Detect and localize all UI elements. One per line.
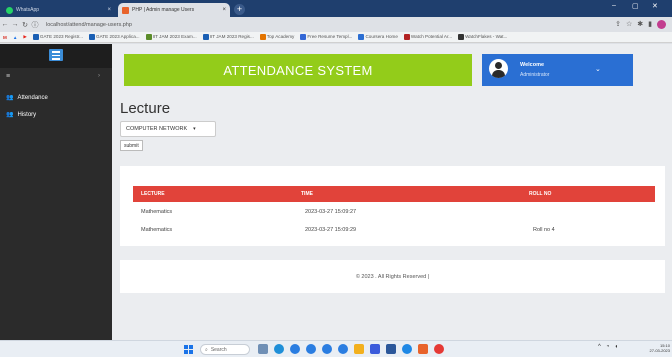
footer: © 2023 . All Rights Reserved |: [120, 260, 665, 293]
user-menu[interactable]: Welcome Administrator ⌄: [482, 54, 633, 86]
close-tab-icon[interactable]: ×: [107, 7, 111, 13]
sidebar-item-history[interactable]: 👥 History: [6, 111, 37, 119]
bookmark-item[interactable]: Free Resume Templ...: [300, 34, 352, 40]
word-icon[interactable]: [386, 344, 396, 354]
table-row: Mathematics 2023-03-27 15:09:29 Roll no …: [133, 222, 655, 238]
extensions-icon[interactable]: ✱: [637, 20, 643, 29]
taskbar: ⌕ Search ^ ◔ ◖ 15:10 27-03-2023: [0, 340, 672, 357]
page-content: ≡ › 👥 Attendance 👥 History ATTENDANCE SY…: [0, 44, 672, 340]
cell-time: 2023-03-27 15:09:29: [305, 227, 357, 233]
sidepanel-icon[interactable]: ▮: [648, 20, 652, 29]
page-title: Lecture: [120, 100, 171, 117]
sidebar-item-label: History: [17, 111, 37, 118]
browser-toolbar: ← → ↻ ⓘ localhost/attend/manage-users.ph…: [0, 17, 672, 32]
cell-roll-no: Roll no 4: [533, 227, 555, 233]
search-icon: ⌕: [205, 346, 208, 353]
edge-icon[interactable]: [290, 344, 300, 354]
welcome-text: Welcome: [520, 62, 545, 68]
maximize-icon[interactable]: ▢: [632, 2, 639, 10]
tab-title: PHP | Admin manage Users: [132, 7, 195, 13]
youtube-icon[interactable]: ▶: [23, 34, 27, 40]
taskbar-apps: [258, 344, 444, 354]
app-icon[interactable]: [402, 344, 412, 354]
info-icon[interactable]: ⓘ: [30, 20, 40, 30]
users-icon: 👥: [6, 112, 14, 118]
profile-avatar-icon[interactable]: [657, 20, 666, 29]
bookmark-item[interactable]: Watch Potential Ar...: [403, 34, 452, 40]
chevron-down-icon: ▾: [193, 126, 196, 132]
store-icon[interactable]: [370, 344, 380, 354]
user-role: Administrator: [520, 72, 550, 78]
chevron-up-icon[interactable]: ^: [598, 344, 601, 350]
file-explorer-icon[interactable]: [354, 344, 364, 354]
bookmark-item[interactable]: Top Academy: [259, 34, 294, 40]
back-icon[interactable]: ←: [0, 21, 10, 28]
widgets-icon[interactable]: [258, 344, 268, 354]
copyright-text: © 2023 . All Rights Reserved |: [355, 273, 430, 280]
close-tab-icon[interactable]: ×: [222, 7, 226, 13]
cell-lecture: Mathematics: [141, 209, 173, 215]
bookmarks-bar: M ▲ ▶ GATE 2023 Registr... GATE 2023 App…: [0, 32, 672, 43]
column-header-time: TIME: [301, 191, 313, 197]
chevron-right-icon[interactable]: ›: [98, 73, 100, 79]
address-bar[interactable]: localhost/attend/manage-users.php: [46, 22, 132, 28]
whatsapp-icon: [6, 6, 13, 14]
column-header-roll-no: ROLL NO: [529, 191, 552, 197]
chrome-icon[interactable]: [274, 344, 284, 354]
gmail-icon[interactable]: M: [3, 35, 7, 40]
sidebar-item-label: Attendance: [17, 94, 48, 101]
reload-icon[interactable]: ↻: [20, 21, 30, 29]
submit-button[interactable]: submit: [120, 140, 143, 151]
clock-date: 27-03-2023: [649, 348, 670, 353]
app-icon[interactable]: [306, 344, 316, 354]
wifi-icon[interactable]: ◔: [606, 344, 610, 350]
browser-tab-strip: WhatsApp × PHP | Admin manage Users × + …: [0, 0, 672, 17]
new-tab-button[interactable]: +: [234, 4, 245, 15]
site-favicon-icon: [122, 6, 129, 14]
users-icon: 👥: [6, 95, 14, 101]
tab-title: WhatsApp: [16, 7, 40, 13]
column-header-lecture: LECTURE: [141, 191, 165, 197]
app-title-banner: ATTENDANCE SYSTEM: [124, 54, 472, 86]
windows-start-icon[interactable]: [184, 345, 193, 354]
user-avatar-icon: [489, 59, 508, 78]
tab-manage-users[interactable]: PHP | Admin manage Users ×: [118, 3, 230, 17]
app-icon[interactable]: [338, 344, 348, 354]
bookmark-item[interactable]: IIT JAM 2023 Regis...: [202, 34, 254, 40]
taskbar-clock[interactable]: 15:10 27-03-2023: [646, 343, 670, 353]
app-icon[interactable]: [434, 344, 444, 354]
cell-time: 2023-03-27 15:09:27: [305, 209, 357, 215]
app-icon[interactable]: [418, 344, 428, 354]
cell-lecture: Mathematics: [141, 227, 173, 233]
share-icon[interactable]: ⇪: [615, 20, 621, 29]
toolbar-icons: ⇪ ☆ ✱ ▮: [615, 20, 666, 29]
tab-whatsapp[interactable]: WhatsApp ×: [2, 3, 115, 17]
system-tray: ^ ◔ ◖: [598, 344, 618, 350]
sidebar-item-attendance[interactable]: 👥 Attendance: [6, 94, 48, 102]
volume-icon[interactable]: ◖: [614, 344, 618, 350]
chevron-down-icon[interactable]: ⌄: [595, 65, 601, 73]
sidebar-toggle-icon[interactable]: [49, 49, 63, 61]
app-icon[interactable]: [322, 344, 332, 354]
minimize-icon[interactable]: –: [612, 2, 616, 9]
subject-select-value: COMPUTER NETWORK: [126, 126, 188, 132]
sidebar: ≡ › 👥 Attendance 👥 History: [0, 44, 112, 340]
table-header: LECTURE TIME ROLL NO: [133, 186, 655, 202]
bookmark-star-icon[interactable]: ☆: [626, 20, 632, 29]
menu-icon[interactable]: ≡: [6, 73, 10, 80]
bookmark-item[interactable]: GATE 2023 Applica...: [89, 34, 140, 40]
attendance-table-panel: LECTURE TIME ROLL NO Mathematics 2023-03…: [120, 166, 665, 246]
sidebar-header: [0, 44, 112, 68]
bookmark-item[interactable]: GATE 2023 Registr...: [32, 34, 83, 40]
bookmark-item[interactable]: WatchFlakes - Wat...: [458, 34, 507, 40]
bookmark-item[interactable]: IIT JAM 2023 Exam...: [145, 34, 197, 40]
close-window-icon[interactable]: ✕: [652, 2, 658, 10]
table-row: Mathematics 2023-03-27 15:09:27: [133, 204, 655, 220]
taskbar-search-label: Search: [210, 346, 227, 353]
drive-icon[interactable]: ▲: [13, 35, 18, 40]
bookmark-item[interactable]: Coursera Home: [358, 34, 398, 40]
taskbar-search[interactable]: ⌕ Search: [200, 344, 250, 355]
subject-select[interactable]: COMPUTER NETWORK ▾: [120, 121, 216, 137]
forward-icon[interactable]: →: [10, 21, 20, 28]
